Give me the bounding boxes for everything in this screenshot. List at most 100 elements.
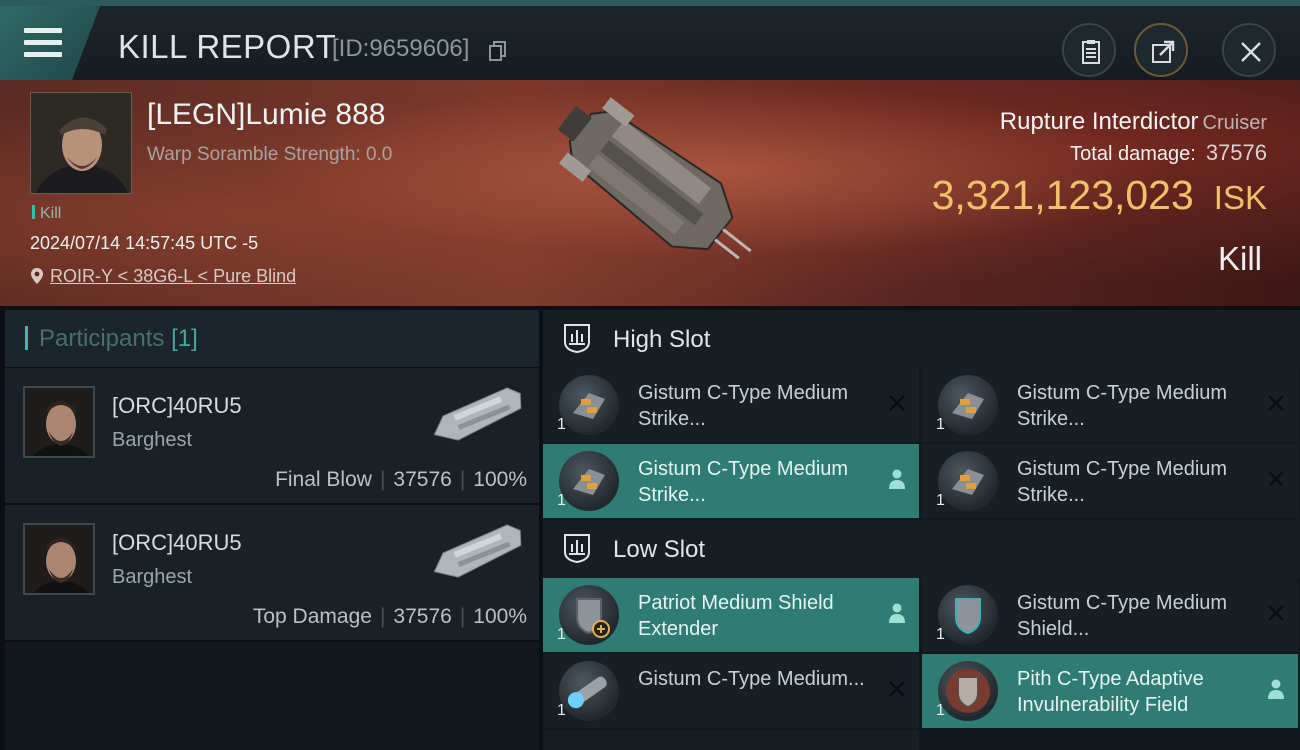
missile-launcher-icon — [938, 451, 998, 511]
missile-launcher-icon — [938, 375, 998, 435]
ship-class: Cruiser — [1202, 112, 1267, 134]
invulnerability-field-icon — [938, 661, 998, 721]
dropped-person-icon — [889, 469, 905, 489]
participants-header[interactable]: Participants [1] — [5, 310, 539, 368]
module-name: Gistum C-Type Medium Strike... — [638, 382, 849, 430]
victim-portrait[interactable] — [30, 92, 132, 194]
participants-panel: Participants [1] [ORC]40RU5 Barghest Fin… — [5, 310, 539, 750]
module-item[interactable]: 1 Gistum C-Type Medium Strike... — [543, 444, 919, 518]
module-item-partial[interactable] — [543, 730, 919, 750]
victim-ship-name[interactable]: Rupture Interdictor Cruiser — [1000, 108, 1267, 136]
participant-ship-image — [433, 524, 522, 578]
total-damage-value: 37576 — [1205, 140, 1267, 165]
report-id: [ID:9659606] — [332, 35, 470, 62]
participant-row[interactable]: [ORC]40RU5 Barghest Final Blow | 37576 | 100… — [5, 368, 539, 505]
module-name: Patriot Medium Shield Extender — [638, 592, 834, 640]
module-item[interactable]: 1 Pith C-Type Adaptive Invulnerability F… — [922, 654, 1298, 728]
participant-damage: 37576 — [393, 605, 452, 628]
participant-role: Top Damage — [252, 605, 372, 628]
location-pin-icon — [31, 268, 43, 284]
menu-button[interactable] — [0, 6, 100, 80]
kill-timestamp: 2024/07/14 14:57:45 UTC -5 — [30, 233, 259, 253]
module-item[interactable]: 1 Gistum C-Type Medium Shield... — [922, 578, 1298, 652]
clipboard-icon — [1082, 40, 1100, 64]
participants-label: Participants — [39, 325, 165, 352]
participant-name: [ORC]40RU5 — [112, 393, 242, 418]
shield-extender-icon — [559, 585, 619, 645]
module-item[interactable]: 1 Gistum C-Type Medium... — [543, 654, 919, 728]
victim-name[interactable]: [LEGN]Lumie 888 — [147, 98, 385, 132]
high-slot-grid: 1 Gistum C-Type Medium Strike... 1 Gistu… — [543, 368, 1300, 520]
module-name: Gistum C-Type Medium Strike... — [1017, 458, 1228, 506]
module-quantity: 1 — [936, 626, 945, 643]
participant-percent: 100% — [473, 605, 527, 628]
ship-type: Rupture Interdictor — [999, 108, 1199, 135]
module-name: Pith C-Type Adaptive Invulnerability Fie… — [1017, 668, 1204, 716]
module-name: Gistum C-Type Medium Strike... — [1017, 382, 1228, 430]
kill-result: Kill — [1217, 240, 1262, 277]
participant-row[interactable]: [ORC]40RU5 Barghest Top Damage | 37576 | 100… — [5, 505, 539, 642]
module-quantity: 1 — [936, 416, 945, 433]
module-name: Gistum C-Type Medium Shield... — [1017, 592, 1228, 640]
hamburger-icon — [24, 28, 62, 58]
module-item[interactable]: 1 Gistum C-Type Medium Strike... — [922, 368, 1298, 442]
module-name: Gistum C-Type Medium Strike... — [638, 458, 849, 506]
module-item[interactable]: 1 Gistum C-Type Medium Strike... — [922, 444, 1298, 518]
module-quantity: 1 — [936, 492, 945, 509]
participant-ship: Barghest — [112, 566, 193, 588]
module-quantity: 1 — [557, 626, 566, 643]
victim-banner: [LEGN]Lumie 888 Warp Soramble Strength: … — [0, 80, 1300, 306]
participant-role: Final Blow — [275, 468, 372, 491]
dropped-person-icon — [1268, 679, 1284, 699]
shield-extender-icon — [938, 585, 998, 645]
low-slot-label: Low Slot — [613, 536, 706, 563]
low-slot-icon — [564, 534, 590, 564]
header-bar: KILL REPORT [ID:9659606] — [0, 0, 1300, 80]
module-item[interactable]: 1 Gistum C-Type Medium Strike... — [543, 368, 919, 442]
participant-avatar[interactable] — [23, 386, 95, 458]
module-quantity: 1 — [936, 702, 945, 719]
warp-scramble-strength: Warp Soramble Strength: 0.0 — [147, 144, 393, 165]
participant-percent: 100% — [473, 468, 527, 491]
module-quantity: 1 — [557, 416, 566, 433]
module-quantity: 1 — [557, 492, 566, 509]
page-title: KILL REPORT — [118, 28, 337, 65]
destroyed-x-icon — [889, 681, 905, 697]
isk-unit: ISK — [1213, 179, 1267, 216]
high-slot-header: High Slot — [543, 310, 1300, 368]
low-slot-grid: 1 Patriot Medium Shield Extender 1 Gistu… — [543, 578, 1300, 750]
dropped-person-icon — [889, 603, 905, 623]
shield-booster-icon — [559, 661, 619, 721]
high-slot-label: High Slot — [613, 326, 711, 353]
participant-name: [ORC]40RU5 — [112, 530, 242, 555]
clipboard-button[interactable] — [1062, 23, 1116, 77]
kill-tag: Kill — [32, 205, 61, 223]
close-button[interactable] — [1222, 23, 1276, 77]
module-item[interactable]: 1 Patriot Medium Shield Extender — [543, 578, 919, 652]
module-quantity: 1 — [557, 702, 566, 719]
participant-stats: Final Blow | 37576 | 100% — [275, 468, 527, 491]
participant-ship-image — [433, 387, 522, 441]
destroyed-x-icon — [1268, 471, 1284, 487]
missile-launcher-icon — [559, 375, 619, 435]
copy-icon[interactable] — [489, 41, 507, 61]
participant-damage: 37576 — [393, 468, 452, 491]
module-name: Gistum C-Type Medium... — [638, 668, 865, 690]
fitting-panel: High Slot 1 Gistum C-Type Medium Strike.… — [543, 310, 1300, 750]
location-link[interactable]: ROIR-Y < 38G6-L < Pure Blind — [50, 266, 296, 286]
total-damage-label: Total damage: — [1070, 143, 1196, 165]
participant-stats: Top Damage | 37576 | 100% — [252, 605, 527, 628]
accent-bar — [25, 326, 28, 350]
total-damage: Total damage: 37576 — [1070, 140, 1267, 166]
victim-ship-image[interactable] — [535, 80, 765, 290]
destroyed-x-icon — [1268, 605, 1284, 621]
destroyed-x-icon — [889, 395, 905, 411]
export-button[interactable] — [1134, 23, 1188, 77]
kill-location[interactable]: ROIR-Y < 38G6-L < Pure Blind — [30, 266, 296, 287]
isk-value-row: 3,321,123,023 ISK — [932, 172, 1267, 219]
high-slot-icon — [564, 324, 590, 354]
participant-avatar[interactable] — [23, 523, 95, 595]
missile-launcher-icon — [559, 451, 619, 511]
close-icon — [1241, 42, 1261, 62]
low-slot-header: Low Slot — [543, 520, 1300, 578]
